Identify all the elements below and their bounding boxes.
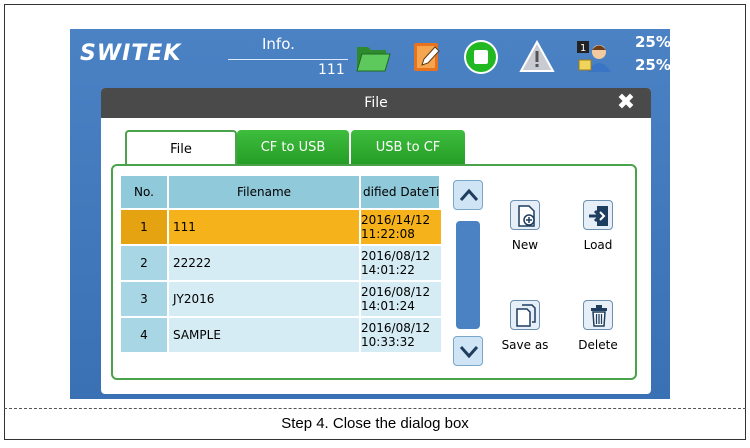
user-icon[interactable]: 1 bbox=[575, 38, 613, 76]
save-as-icon bbox=[510, 300, 540, 330]
column-header-date: dified DateTi bbox=[361, 176, 439, 208]
tab-cf-to-usb[interactable]: CF to USB bbox=[237, 130, 349, 166]
trash-icon bbox=[583, 300, 613, 330]
chevron-down-icon bbox=[459, 346, 479, 358]
new-button[interactable]: New bbox=[495, 200, 555, 252]
row-date: 2016/08/12 14:01:24 bbox=[361, 282, 441, 316]
row-filename: 22222 bbox=[169, 246, 359, 280]
percent-bottom: 25% bbox=[635, 56, 671, 74]
scrollbar-track[interactable] bbox=[456, 221, 480, 329]
dialog-title: File bbox=[101, 88, 651, 118]
device-screen: SWITEK Info. 111 1 25% 25% File ✖ File C… bbox=[70, 29, 671, 399]
row-filename: SAMPLE bbox=[169, 318, 359, 352]
edit-icon[interactable] bbox=[408, 38, 446, 76]
scroll-up-button[interactable] bbox=[453, 180, 483, 210]
warning-icon[interactable] bbox=[518, 38, 556, 76]
row-date-line1: 2016/08/12 bbox=[361, 285, 431, 299]
load-label: Load bbox=[583, 238, 613, 252]
column-header-no: No. bbox=[121, 176, 167, 208]
row-date-line1: 2016/08/12 bbox=[361, 321, 431, 335]
row-date-line1: 2016/14/12 bbox=[361, 213, 431, 227]
tab-file[interactable]: File bbox=[125, 130, 237, 166]
caption-divider bbox=[4, 408, 746, 409]
row-number: 3 bbox=[121, 282, 167, 316]
table-row[interactable]: 3 JY2016 2016/08/12 14:01:24 bbox=[121, 282, 441, 316]
brand-logo: SWITEK bbox=[80, 41, 182, 66]
row-number: 1 bbox=[121, 210, 167, 244]
stop-icon[interactable] bbox=[462, 38, 500, 76]
row-date: 2016/14/12 11:22:08 bbox=[361, 210, 441, 244]
row-date-line1: 2016/08/12 bbox=[361, 249, 431, 263]
column-header-filename: Filename bbox=[169, 176, 359, 208]
step-caption: Step 4. Close the dialog box bbox=[281, 415, 469, 432]
row-date: 2016/08/12 10:33:32 bbox=[361, 318, 441, 352]
row-date-line2: 14:01:24 bbox=[361, 299, 415, 313]
table-row[interactable]: 2 22222 2016/08/12 14:01:22 bbox=[121, 246, 441, 280]
info-value: 111 bbox=[318, 62, 345, 78]
load-button[interactable]: Load bbox=[568, 200, 628, 252]
scroll-down-button[interactable] bbox=[453, 336, 483, 366]
file-dialog: File ✖ File CF to USB USB to CF No. File… bbox=[101, 88, 651, 394]
table-row[interactable]: 1 111 2016/14/12 11:22:08 bbox=[121, 210, 441, 244]
save-as-label: Save as bbox=[501, 338, 549, 352]
file-panel: No. Filename dified DateTi 1 111 2016/14… bbox=[111, 164, 637, 380]
open-folder-icon[interactable] bbox=[354, 38, 392, 76]
table-row[interactable]: 4 SAMPLE 2016/08/12 10:33:32 bbox=[121, 318, 441, 352]
load-icon bbox=[583, 200, 613, 230]
save-as-button[interactable]: Save as bbox=[495, 300, 555, 352]
new-file-icon bbox=[510, 200, 540, 230]
chevron-up-icon bbox=[459, 188, 479, 201]
row-date-line2: 11:22:08 bbox=[361, 227, 415, 241]
new-label: New bbox=[511, 238, 539, 252]
delete-button[interactable]: Delete bbox=[568, 300, 628, 352]
close-icon[interactable]: ✖ bbox=[615, 92, 637, 114]
info-label: Info. bbox=[262, 35, 295, 53]
row-date: 2016/08/12 14:01:22 bbox=[361, 246, 441, 280]
percent-top: 25% bbox=[635, 33, 671, 51]
row-date-line2: 14:01:22 bbox=[361, 263, 415, 277]
row-number: 2 bbox=[121, 246, 167, 280]
info-divider bbox=[228, 59, 348, 60]
delete-label: Delete bbox=[578, 338, 618, 352]
row-filename: 111 bbox=[169, 210, 359, 244]
row-number: 4 bbox=[121, 318, 167, 352]
svg-text:1: 1 bbox=[580, 43, 586, 54]
tab-usb-to-cf[interactable]: USB to CF bbox=[351, 130, 465, 166]
row-date-line2: 10:33:32 bbox=[361, 335, 415, 349]
row-filename: JY2016 bbox=[169, 282, 359, 316]
